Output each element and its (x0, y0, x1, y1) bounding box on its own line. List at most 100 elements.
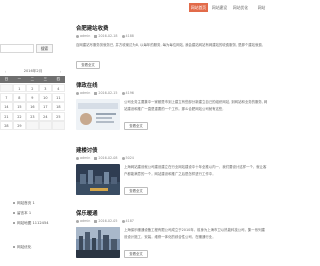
post-title[interactable]: 保乐暖通 (76, 209, 98, 217)
post-date: 2016-02-15 (98, 91, 118, 95)
chevron-left-icon[interactable]: ‹ (2, 69, 9, 74)
weekday-label: 二 (26, 76, 39, 83)
post-author: admin (80, 91, 91, 95)
post-date: 2016-02-08 (98, 156, 118, 160)
calendar-day[interactable]: 24 (39, 111, 52, 121)
post-title[interactable]: 律政在线 (76, 81, 98, 89)
weekday-label: 日 (0, 76, 13, 83)
calendar-day[interactable]: 23 (26, 111, 39, 121)
calendar-day[interactable]: 18 (52, 102, 65, 112)
post-views: 4196 (125, 91, 134, 95)
top-navigation: 网站首页 网站建设 网站优化 网站 (0, 0, 271, 19)
post-card: 律政在线 admin 2016-02-15 4196 公司业务主要集中一家都是市… (72, 81, 271, 139)
bullet-icon (13, 246, 15, 248)
bullet-icon (13, 212, 15, 214)
calendar-icon (94, 91, 98, 95)
read-more-button[interactable]: 查看全文 (124, 250, 148, 258)
post-card: 保乐暖通 admin 2016-02-05 4187 上海保乐暖通设备工程有限公… (72, 209, 271, 266)
thumbnail-image (76, 99, 120, 130)
post-summary-wrap: 公司业务主要集中一家都是市到上建立有些部分新建立自己的组织网站, 到网站和业务的… (124, 99, 268, 113)
user-icon (76, 219, 79, 223)
calendar-day (39, 121, 52, 130)
post-summary: 上海保乐暖通设备工程有限公司成立于2010年，前身为上海市卫以热能科技公司，集一… (124, 228, 265, 240)
nav-item-home[interactable]: 网站首页 (189, 3, 208, 12)
sidebar-link-label: 网站优化 (17, 245, 32, 249)
post-thumbnail[interactable] (76, 164, 120, 195)
bullet-icon (13, 202, 15, 204)
calendar-day[interactable]: 3 (39, 83, 52, 93)
calendar-day[interactable]: 22 (13, 111, 26, 121)
chevron-right-icon[interactable]: › (57, 69, 64, 74)
nav-items: 网站首页 网站建设 网站优化 网站 (187, 3, 271, 12)
calendar-day (26, 121, 39, 130)
post-date: 2016-02-05 (98, 219, 118, 223)
calendar-day[interactable]: 16 (26, 102, 39, 112)
calendar-icon (94, 219, 98, 223)
calendar-day[interactable]: 1 (13, 83, 26, 93)
user-icon (76, 91, 79, 95)
weekday-label: 四 (52, 76, 65, 83)
post-author: admin (80, 156, 91, 160)
post-summary: 百网建站写服务务就务已, 并方收案达为8, 以每年的服务, 每为每位网站, 我会… (76, 43, 263, 47)
post-summary: 上海网站建设就公司建设建立在行业网站建设中十年全推以内一，我们要设计这样一个，就… (124, 165, 267, 177)
post-thumbnail[interactable] (76, 227, 120, 258)
sidebar-link-label: 网站首页 1 (17, 201, 35, 205)
calendar-day[interactable]: 28 (0, 121, 13, 130)
user-icon (76, 156, 79, 160)
calendar-day[interactable]: 17 (39, 102, 52, 112)
calendar-day[interactable]: 7 (0, 92, 13, 102)
weekday-label: 一 (13, 76, 26, 83)
post-card: 建楼讨债 admin 2016-02-08 5024 上海网站建设就公司建设建立… (72, 146, 271, 204)
sidebar-link[interactable]: 网站首页 1 (0, 198, 66, 208)
calendar-day[interactable]: 9 (26, 92, 39, 102)
post-meta: admin 2016-02-18 4188 (76, 34, 138, 38)
post-list: 合肥建站收费 admin 2016-02-18 4188 百网建站写服务务就务已… (72, 24, 271, 266)
nav-item-website-optimization[interactable]: 网站优化 (231, 3, 250, 12)
weekday-label: 三 (39, 76, 52, 83)
calendar-header: ‹ 2016年2月 › (0, 67, 66, 76)
post-title[interactable]: 建楼讨债 (76, 146, 98, 154)
calendar-day[interactable]: 21 (0, 111, 13, 121)
post-meta: admin 2016-02-08 5024 (76, 156, 138, 160)
sidebar-link[interactable]: 网站地图 1112454 (0, 218, 66, 228)
sidebar-link-list-bottom: 网站优化 (0, 242, 66, 252)
post-date: 2016-02-18 (98, 34, 118, 38)
calendar-day[interactable]: 10 (39, 92, 52, 102)
calendar-day[interactable]: 2 (26, 83, 39, 93)
calendar-day[interactable]: 11 (52, 92, 65, 102)
post-title[interactable]: 合肥建站收费 (76, 24, 108, 32)
calendar-day[interactable]: 8 (13, 92, 26, 102)
calendar-day[interactable]: 4 (52, 83, 65, 93)
post-views: 4187 (125, 219, 134, 223)
search-input[interactable] (0, 44, 34, 53)
read-more-button[interactable]: 查看全文 (76, 61, 100, 69)
calendar: ‹ 2016年2月 › 日 一 二 三 四 1 2 3 4 7 8 9 10 1… (0, 67, 66, 130)
post-meta: admin 2016-02-15 4196 (76, 91, 138, 95)
calendar-day[interactable]: 15 (13, 102, 26, 112)
calendar-day[interactable]: 14 (0, 102, 13, 112)
eye-icon (121, 34, 125, 38)
calendar-day[interactable]: 25 (52, 111, 65, 121)
post-meta: admin 2016-02-05 4187 (76, 219, 138, 223)
search-form: 搜索 (0, 44, 66, 53)
post-thumbnail[interactable] (76, 99, 120, 130)
sidebar-link-list: 网站首页 1 留言本 1 网站地图 1112454 (0, 198, 66, 228)
eye-icon (121, 91, 125, 95)
sidebar-link-label: 留言本 1 (17, 211, 32, 215)
nav-item-website-building[interactable]: 网站建设 (210, 3, 229, 12)
read-more-button[interactable]: 查看全文 (124, 122, 148, 130)
calendar-day[interactable]: 29 (13, 121, 26, 130)
post-author: admin (80, 219, 91, 223)
bullet-icon (13, 222, 15, 224)
search-button[interactable]: 搜索 (36, 44, 53, 53)
eye-icon (121, 156, 125, 160)
post-views: 4188 (125, 34, 134, 38)
read-more-button[interactable]: 查看全文 (124, 187, 148, 195)
sidebar-link[interactable]: 留言本 1 (0, 208, 66, 218)
sidebar-link[interactable]: 网站优化 (0, 242, 66, 252)
calendar-icon (94, 156, 98, 160)
eye-icon (121, 219, 125, 223)
nav-item-more[interactable]: 网站 (252, 3, 271, 12)
calendar-grid: 日 一 二 三 四 1 2 3 4 7 8 9 10 11 14 15 16 1… (0, 76, 66, 130)
calendar-icon (94, 34, 98, 38)
